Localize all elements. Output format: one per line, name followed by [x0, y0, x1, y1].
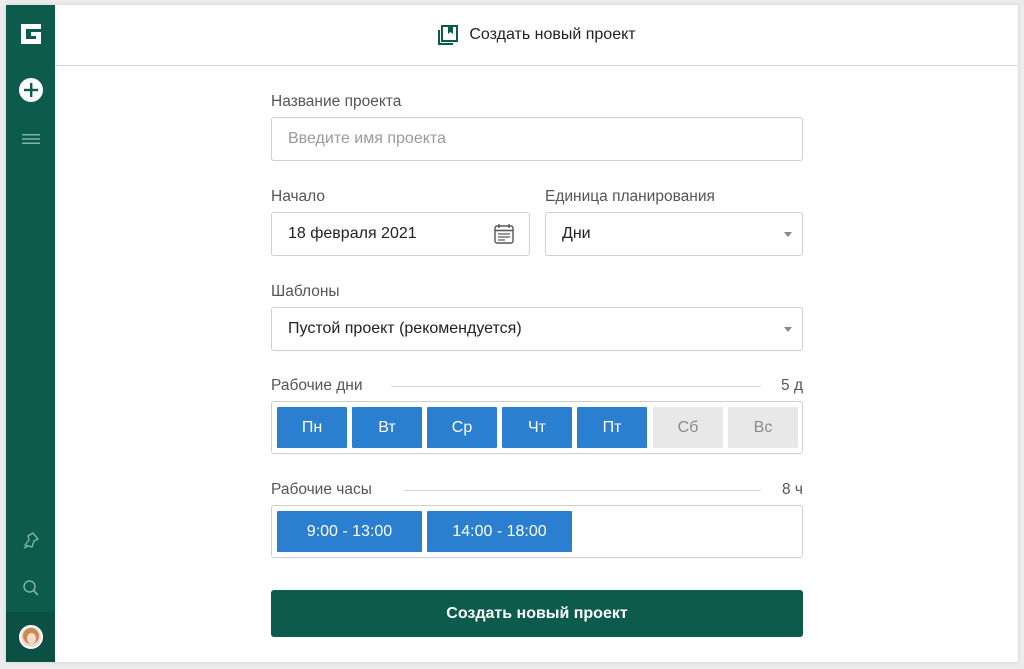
app-logo[interactable] — [6, 19, 55, 49]
workdays-count: 5 д — [781, 377, 803, 394]
divider — [391, 386, 761, 387]
user-menu[interactable] — [6, 612, 55, 662]
add-button[interactable] — [6, 75, 55, 105]
plus-circle-icon — [18, 78, 43, 102]
project-book-icon — [438, 25, 459, 45]
project-name-placeholder: Введите имя проекта — [288, 130, 446, 147]
workhours-box: 9:00 - 13:00 14:00 - 18:00 — [271, 505, 803, 558]
workdays-box: Пн Вт Ср Чт Пт Сб Вс — [271, 401, 803, 454]
start-date-value: 18 февраля 2021 — [288, 225, 417, 242]
create-project-button[interactable]: Создать новый проект — [271, 590, 803, 637]
calendar-icon[interactable] — [493, 223, 515, 245]
unit-select[interactable]: Дни — [545, 212, 803, 256]
chevron-down-icon — [784, 327, 792, 332]
page-title: Создать новый проект — [469, 26, 636, 43]
templates-label: Шаблоны — [271, 283, 340, 300]
day-fri[interactable]: Пт — [577, 407, 647, 448]
unit-label: Единица планирования — [545, 188, 715, 205]
day-wed[interactable]: Ср — [427, 407, 497, 448]
workhours-count: 8 ч — [781, 481, 803, 498]
project-name-label: Название проекта — [271, 93, 402, 110]
divider — [403, 490, 761, 491]
bell-icon — [23, 532, 39, 549]
search-icon — [22, 580, 39, 596]
notifications-button[interactable] — [6, 528, 55, 554]
day-tue[interactable]: Вт — [352, 407, 422, 448]
start-date-label: Начало — [271, 188, 326, 205]
start-date-input[interactable]: 18 февраля 2021 — [271, 212, 530, 256]
avatar — [18, 625, 43, 649]
unit-value: Дни — [562, 225, 591, 242]
logo-icon — [20, 24, 41, 44]
project-name-input[interactable]: Введите имя проекта — [271, 117, 803, 161]
day-sat[interactable]: Сб — [653, 407, 723, 448]
day-sun[interactable]: Вс — [728, 407, 798, 448]
chevron-down-icon — [784, 232, 792, 237]
app-window: Создать новый проект Название проекта Вв… — [6, 5, 1018, 662]
search-button[interactable] — [6, 575, 55, 601]
menu-button[interactable] — [6, 127, 55, 151]
workdays-label: Рабочие дни — [271, 377, 363, 394]
menu-icon — [21, 134, 40, 144]
sidebar — [6, 5, 55, 662]
hours-slot-afternoon[interactable]: 14:00 - 18:00 — [427, 511, 572, 552]
hours-slot-morning[interactable]: 9:00 - 13:00 — [277, 511, 422, 552]
templates-value: Пустой проект (рекомендуется) — [288, 320, 522, 337]
workhours-label: Рабочие часы — [271, 481, 372, 498]
templates-select[interactable]: Пустой проект (рекомендуется) — [271, 307, 803, 351]
day-thu[interactable]: Чт — [502, 407, 572, 448]
day-mon[interactable]: Пн — [277, 407, 347, 448]
page-header: Создать новый проект — [55, 5, 1018, 66]
